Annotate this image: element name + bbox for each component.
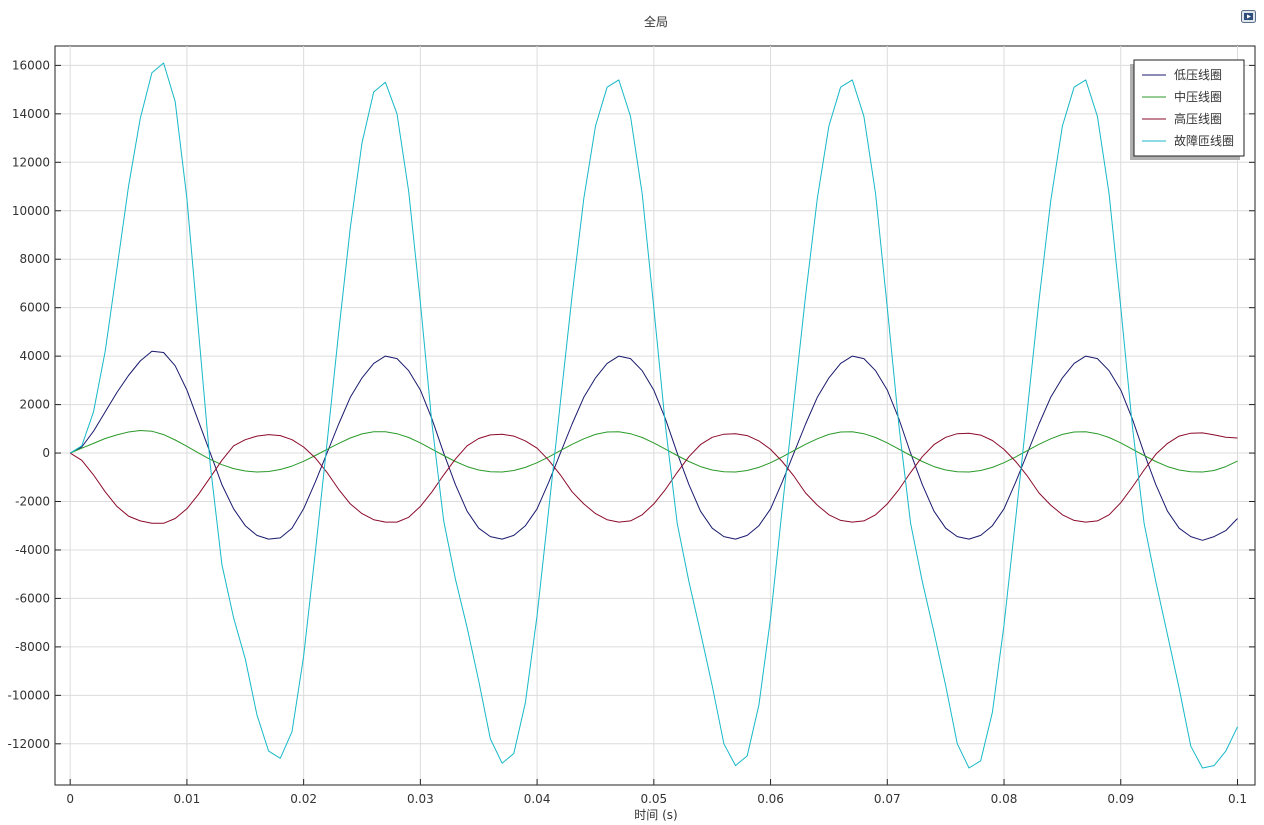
x-tick-label: 0.06	[757, 792, 784, 806]
chart-title: 全局	[644, 14, 668, 29]
x-tick-label: 0	[66, 792, 74, 806]
legend: 低压线圈中压线圈高压线圈故障匝线圈	[1130, 59, 1245, 160]
y-tick-label: -12000	[7, 737, 50, 751]
x-tick-label: 0.03	[407, 792, 434, 806]
y-tick-label: 0	[42, 446, 50, 460]
legend-label: 故障匝线圈	[1174, 133, 1234, 148]
y-tick-label: 10000	[12, 204, 50, 218]
y-tick-label: 2000	[19, 398, 50, 412]
x-tick-label: 0.1	[1228, 792, 1247, 806]
legend-label: 高压线圈	[1174, 111, 1222, 126]
x-tick-label: 0.05	[640, 792, 667, 806]
y-tick-label: -10000	[7, 688, 50, 702]
y-tick-label: 8000	[19, 252, 50, 266]
y-tick-label: 14000	[12, 107, 50, 121]
chart: 全局 0 0.01 0.02 0.03 0.04 0.05 0.06 0.07 0.08 0.09…	[7, 14, 1256, 822]
legend-label: 中压线圈	[1174, 89, 1222, 104]
x-tick-label: 0.09	[1107, 792, 1134, 806]
x-tick-label: 0.07	[874, 792, 901, 806]
plot-area	[54, 45, 1256, 786]
x-tick-label: 0.08	[991, 792, 1018, 806]
y-tick-label: 16000	[12, 58, 50, 72]
x-tick-label: 0.02	[290, 792, 317, 806]
legend-label: 低压线圈	[1174, 68, 1222, 82]
y-tick-label: -4000	[15, 543, 50, 557]
y-tick-label: -6000	[15, 591, 50, 605]
y-tick-label: 4000	[19, 349, 50, 363]
y-tick-label: 12000	[12, 155, 50, 169]
camera-export-icon[interactable]	[1241, 8, 1256, 23]
x-axis-label: 时间 (s)	[634, 808, 677, 822]
y-tick-label: -2000	[15, 495, 50, 509]
y-tick-label: -8000	[15, 640, 50, 654]
y-tick-label: 6000	[19, 301, 50, 315]
x-tick-label: 0.04	[524, 792, 551, 806]
x-tick-label: 0.01	[174, 792, 201, 806]
